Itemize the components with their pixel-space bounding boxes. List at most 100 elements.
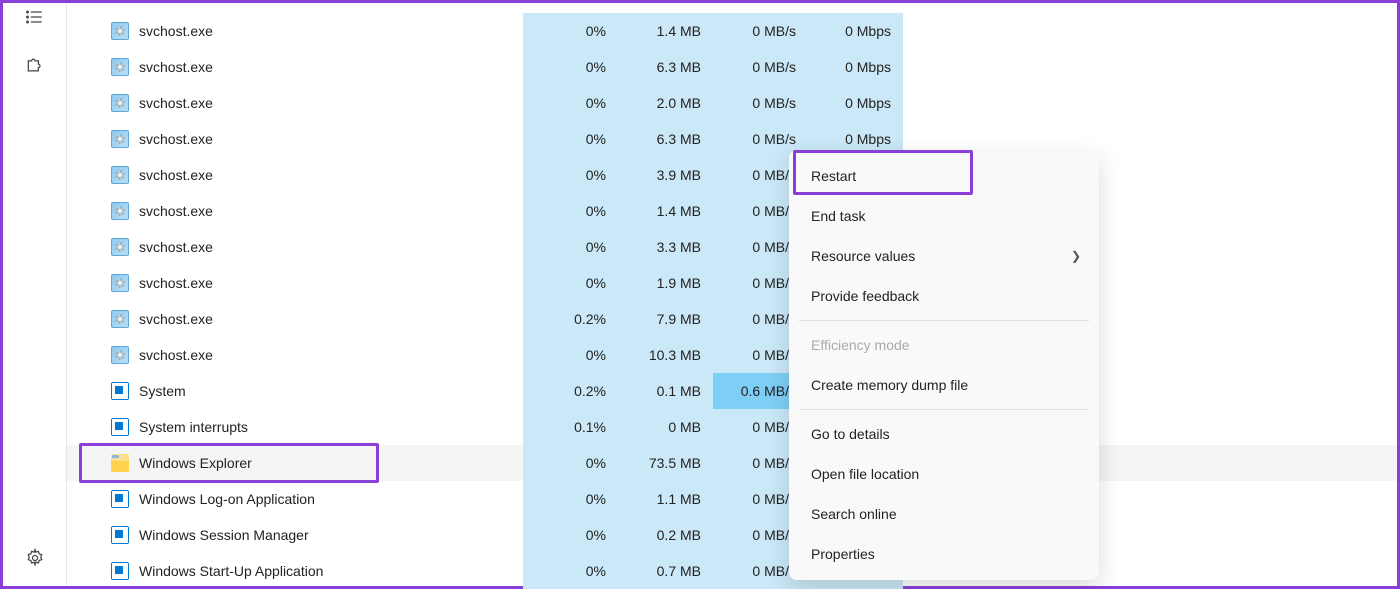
cpu-cell: 0% <box>523 193 618 229</box>
settings-icon[interactable] <box>21 544 49 572</box>
cpu-cell: 0.1% <box>523 409 618 445</box>
table-row[interactable]: svchost.exe0%6.3 MB0 MB/s0 Mbps <box>67 49 1397 85</box>
service-icon <box>111 94 129 112</box>
list-icon[interactable] <box>21 3 49 31</box>
network-cell: 0 Mbps <box>808 13 903 49</box>
table-row[interactable]: svchost.exe0%3.3 MB0 MB/s <box>67 229 1397 265</box>
cpu-cell: 0% <box>523 337 618 373</box>
folder-icon <box>111 454 129 472</box>
process-name: svchost.exe <box>139 131 213 147</box>
memory-cell: 7.9 MB <box>618 301 713 337</box>
table-row[interactable]: svchost.exe 0%1.4 MB0 MB/s0 Mbps <box>67 13 1397 49</box>
cpu-cell: 0% <box>523 121 618 157</box>
cpu-cell: 0% <box>523 157 618 193</box>
menu-efficiency-mode: Efficiency mode <box>789 325 1099 365</box>
process-name: svchost.exe <box>139 347 213 363</box>
menu-create-dump[interactable]: Create memory dump file <box>789 365 1099 405</box>
table-row[interactable]: svchost.exe0%10.3 MB0 MB/s <box>67 337 1397 373</box>
table-row[interactable]: Windows Log-on Application0%1.1 MB0 MB/s… <box>67 481 1397 517</box>
context-menu: Restart End task Resource values ❯ Provi… <box>789 150 1099 580</box>
menu-properties[interactable]: Properties <box>789 534 1099 574</box>
process-table: svchost.exe0%1.4 MB0 MB/s0 Mbpssvchost.e… <box>67 3 1397 586</box>
service-icon <box>111 346 129 364</box>
disk-cell: 0 MB/s <box>713 49 808 85</box>
memory-cell: 0.2 MB <box>618 517 713 553</box>
menu-restart[interactable]: Restart <box>789 156 1099 196</box>
system-icon <box>111 382 129 400</box>
process-name: svchost.exe <box>139 167 213 183</box>
service-icon <box>111 58 129 76</box>
puzzle-icon[interactable] <box>21 51 49 79</box>
memory-cell: 10.3 MB <box>618 337 713 373</box>
table-row[interactable]: Windows Start-Up Application0%0.7 MB0 MB… <box>67 553 1397 589</box>
memory-cell: 1.4 MB <box>618 13 713 49</box>
memory-cell: 1.1 MB <box>618 481 713 517</box>
service-icon <box>111 166 129 184</box>
cpu-cell: 0% <box>523 517 618 553</box>
memory-cell: 1.4 MB <box>618 193 713 229</box>
menu-separator <box>799 320 1089 321</box>
cpu-cell: 0% <box>523 85 618 121</box>
menu-open-location[interactable]: Open file location <box>789 454 1099 494</box>
memory-cell: 0.7 MB <box>618 553 713 589</box>
sidebar <box>3 3 67 586</box>
memory-cell: 3.9 MB <box>618 157 713 193</box>
service-icon <box>111 274 129 292</box>
process-name: svchost.exe <box>139 239 213 255</box>
system-icon <box>111 526 129 544</box>
cpu-cell: 0% <box>523 13 618 49</box>
menu-resource-values[interactable]: Resource values ❯ <box>789 236 1099 276</box>
service-icon <box>111 310 129 328</box>
menu-search-online[interactable]: Search online <box>789 494 1099 534</box>
table-row[interactable]: Windows Session Manager0%0.2 MB0 MB/s0 M… <box>67 517 1397 553</box>
memory-cell: 0.1 MB <box>618 373 713 409</box>
chevron-right-icon: ❯ <box>1071 249 1081 263</box>
menu-label: Resource values <box>811 248 915 264</box>
memory-cell: 0 MB <box>618 409 713 445</box>
process-name: Windows Session Manager <box>139 527 309 543</box>
process-name: svchost.exe <box>139 95 213 111</box>
table-row[interactable]: svchost.exe 0%2.0 MB0 MB/s0 Mbps <box>67 85 1397 121</box>
menu-provide-feedback[interactable]: Provide feedback <box>789 276 1099 316</box>
system-icon <box>111 562 129 580</box>
menu-separator <box>799 409 1089 410</box>
disk-cell: 0 MB/s <box>713 13 808 49</box>
memory-cell: 6.3 MB <box>618 121 713 157</box>
table-row[interactable]: svchost.exe0%1.4 MB0 MB/s <box>67 193 1397 229</box>
process-name: Windows Start-Up Application <box>139 563 323 579</box>
process-name: svchost.exe <box>139 311 213 327</box>
service-icon <box>111 238 129 256</box>
cpu-cell: 0% <box>523 553 618 589</box>
process-name: svchost.exe <box>139 203 213 219</box>
memory-cell: 73.5 MB <box>618 445 713 481</box>
table-row[interactable]: svchost.exe0%1.9 MB0 MB/s <box>67 265 1397 301</box>
table-row[interactable]: svchost.exe0%3.9 MB0 MB/s <box>67 157 1397 193</box>
cpu-cell: 0% <box>523 265 618 301</box>
process-name: System <box>139 383 186 399</box>
network-cell: 0 Mbps <box>808 85 903 121</box>
table-row[interactable]: svchost.exe0%6.3 MB0 MB/s0 Mbps <box>67 121 1397 157</box>
cpu-cell: 0% <box>523 229 618 265</box>
system-icon <box>111 418 129 436</box>
table-row[interactable]: Windows Explorer0%73.5 MB0 MB/s0 Mbps <box>67 445 1397 481</box>
memory-cell: 6.3 MB <box>618 49 713 85</box>
process-name: svchost.exe <box>139 275 213 291</box>
cpu-cell: 0.2% <box>523 373 618 409</box>
cpu-cell: 0.2% <box>523 301 618 337</box>
cpu-cell: 0% <box>523 49 618 85</box>
table-row[interactable]: svchost.exe0.2%7.9 MB0 MB/s <box>67 301 1397 337</box>
menu-end-task[interactable]: End task <box>789 196 1099 236</box>
table-row[interactable]: System0.2%0.1 MB0.6 MB/s <box>67 373 1397 409</box>
memory-cell: 2.0 MB <box>618 85 713 121</box>
cpu-cell: 0% <box>523 481 618 517</box>
service-icon <box>111 22 129 40</box>
menu-go-details[interactable]: Go to details <box>789 414 1099 454</box>
process-name: svchost.exe <box>139 23 213 39</box>
process-name: Windows Log-on Application <box>139 491 315 507</box>
table-row[interactable]: System interrupts0.1%0 MB0 MB/s <box>67 409 1397 445</box>
memory-cell: 3.3 MB <box>618 229 713 265</box>
process-name: System interrupts <box>139 419 248 435</box>
service-icon <box>111 202 129 220</box>
disk-cell: 0 MB/s <box>713 85 808 121</box>
memory-cell: 1.9 MB <box>618 265 713 301</box>
